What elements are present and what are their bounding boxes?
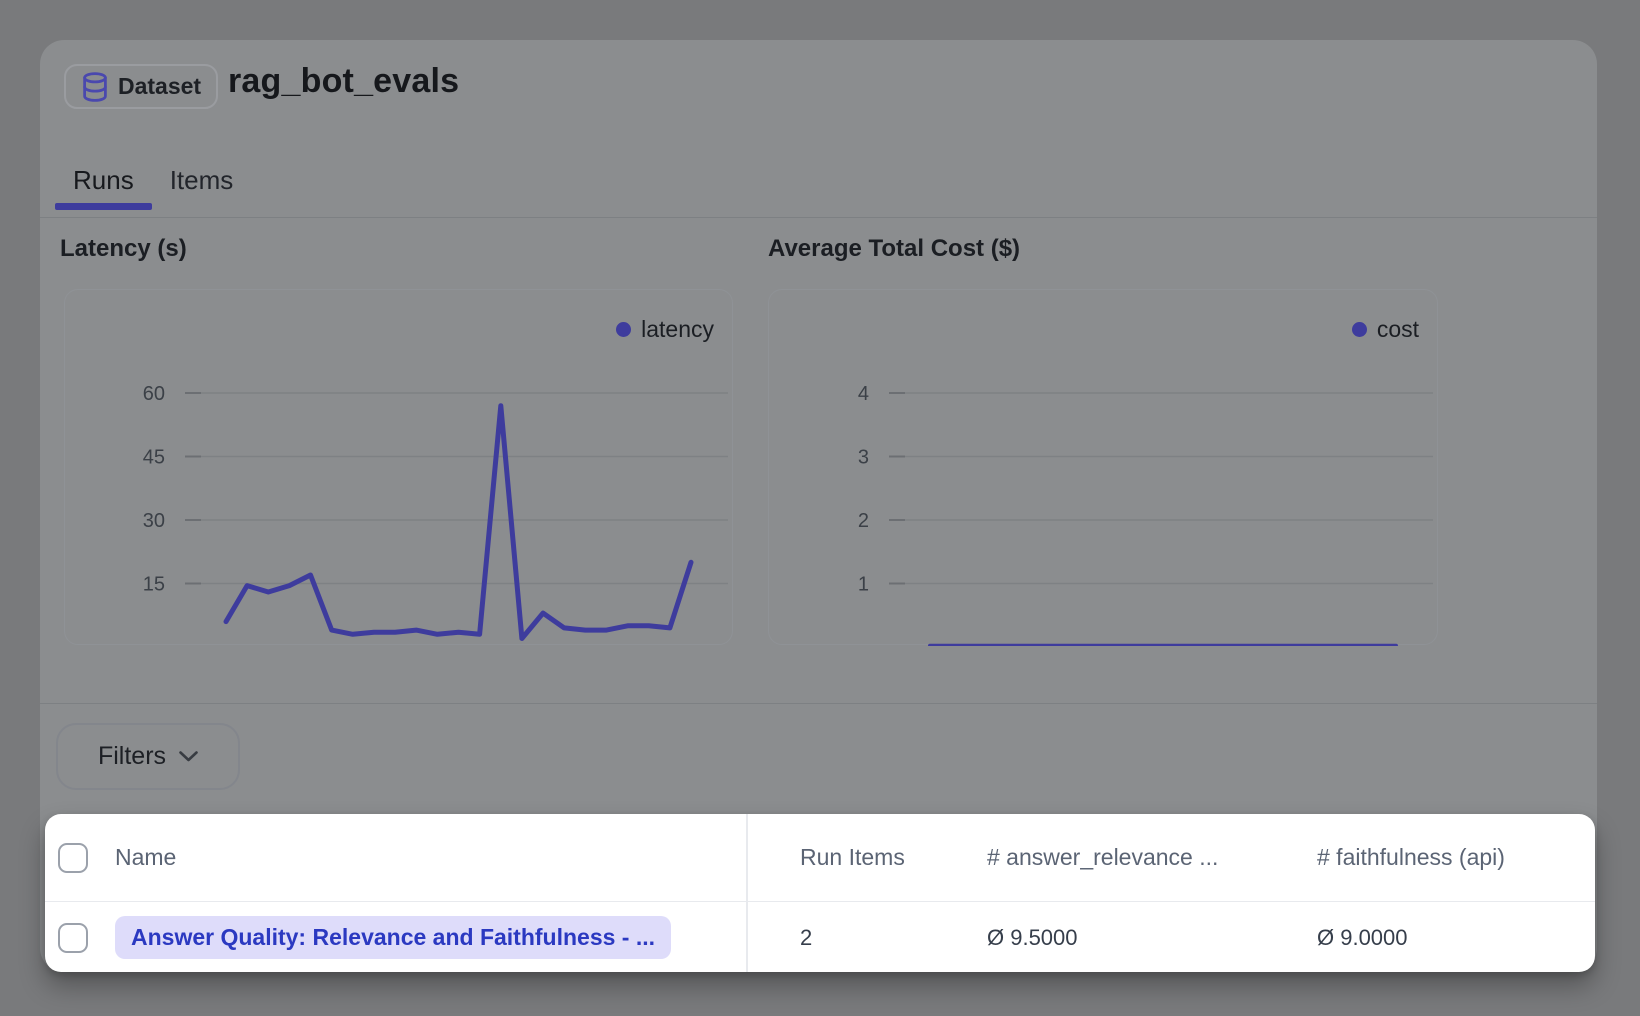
dataset-panel: Dataset rag_bot_evals Runs Items Latency… [40,40,1597,972]
dataset-badge-label: Dataset [118,73,201,100]
table-header-row: Name Run Items # answer_relevance ... # … [45,814,1595,902]
latency-chart-title: Latency (s) [60,235,187,263]
filters-button[interactable]: Filters [56,723,240,790]
svg-text:3: 3 [858,447,869,469]
latency-legend: latency [616,316,714,343]
cost-legend-dot-icon [1352,322,1367,337]
run-name-link[interactable]: Answer Quality: Relevance and Faithfulne… [115,916,671,959]
row-name-cell: Answer Quality: Relevance and Faithfulne… [112,916,746,959]
tab-runs[interactable]: Runs [55,150,152,210]
cost-legend-label: cost [1377,316,1419,343]
row-checkbox-cell [45,923,112,953]
tabbar-divider [40,217,1597,218]
column-header-name: Name [112,844,746,871]
svg-text:30: 30 [143,510,165,532]
latency-chart-card: 15 30 45 60 latency [64,289,733,645]
cost-chart-plot: 1 2 3 4 [769,290,1439,646]
runs-table: Name Run Items # answer_relevance ... # … [45,814,1595,972]
database-icon [81,72,109,102]
row-checkbox[interactable] [58,923,88,953]
svg-text:2: 2 [858,510,869,532]
svg-text:4: 4 [858,383,869,405]
cost-legend: cost [1352,316,1419,343]
column-header-run-items: Run Items [746,844,942,871]
svg-text:1: 1 [858,574,869,596]
svg-text:15: 15 [143,574,165,596]
page-background: { "header": { "badge_label": "Dataset", … [0,0,1640,1016]
latency-legend-dot-icon [616,322,631,337]
latency-chart-plot: 15 30 45 60 [65,290,734,646]
row-answer-relevance-value: Ø 9.5000 [942,925,1272,951]
tab-bar: Runs Items [55,150,251,210]
svg-text:60: 60 [143,383,165,405]
chevron-down-icon [179,751,198,762]
column-header-faithfulness: # faithfulness (api) [1272,844,1595,871]
svg-text:45: 45 [143,447,165,469]
page-title: rag_bot_evals [228,62,459,101]
tab-items[interactable]: Items [152,150,252,210]
header-checkbox-cell [45,843,112,873]
dataset-badge: Dataset [64,64,218,109]
filters-button-label: Filters [98,742,166,771]
latency-legend-label: latency [641,316,714,343]
cost-chart-card: 1 2 3 4 cost [768,289,1438,645]
row-run-items-value: 2 [746,925,942,951]
column-header-answer-relevance: # answer_relevance ... [942,844,1272,871]
row-faithfulness-value: Ø 9.0000 [1272,925,1595,951]
charts-divider [40,703,1597,704]
table-row[interactable]: Answer Quality: Relevance and Faithfulne… [45,904,1595,972]
select-all-checkbox[interactable] [58,843,88,873]
cost-chart-title: Average Total Cost ($) [768,235,1020,263]
